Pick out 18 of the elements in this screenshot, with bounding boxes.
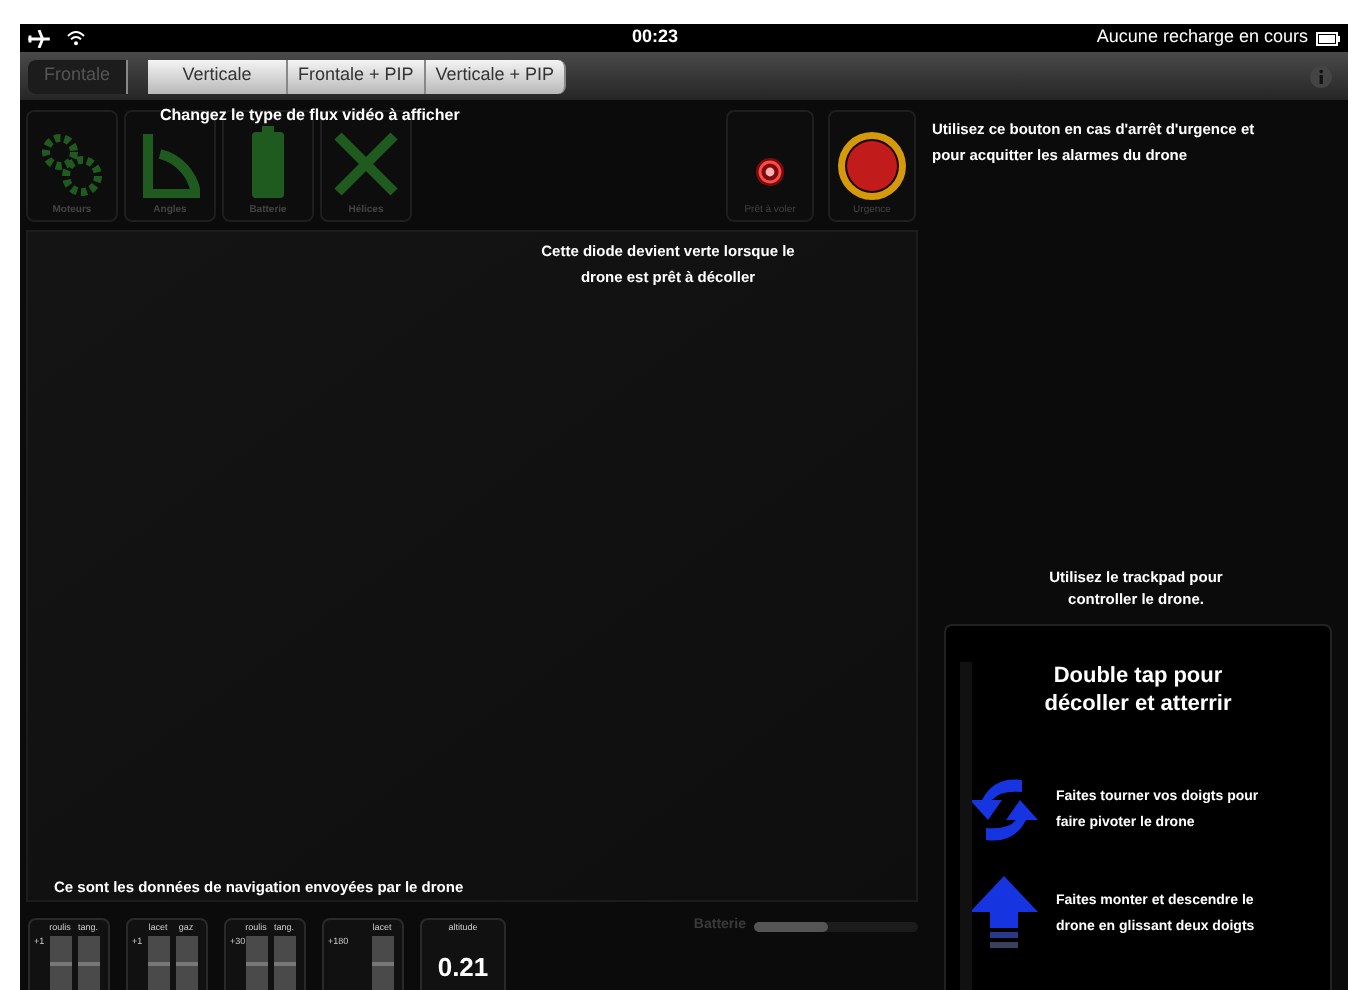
round-emergency-button-icon [836,129,908,201]
clock: 00:23 [632,24,679,51]
charging-status: Aucune recharge en cours [1096,24,1308,51]
propeller-icon [332,129,400,197]
diode-icon [754,155,786,187]
battery-icon [252,125,284,197]
video-hint: Changez le type de flux vidéo à afficher [160,104,460,128]
airplane-icon [28,29,50,47]
altitude-value: 0.21 [437,950,489,986]
wifi-icon [66,30,86,46]
battery-status-icon [1316,31,1340,45]
video-mode-segment[interactable]: Verticale + PIP [425,59,567,93]
protractor-angle-icon [140,129,200,197]
info-icon[interactable] [1310,65,1332,87]
video-mode-segment[interactable]: Frontale + PIP [288,59,426,93]
video-mode-segment[interactable]: Verticale [148,59,288,93]
trackpad-title: Double tap pour décoller et atterrir [1042,662,1234,718]
gears-icon [38,129,106,197]
